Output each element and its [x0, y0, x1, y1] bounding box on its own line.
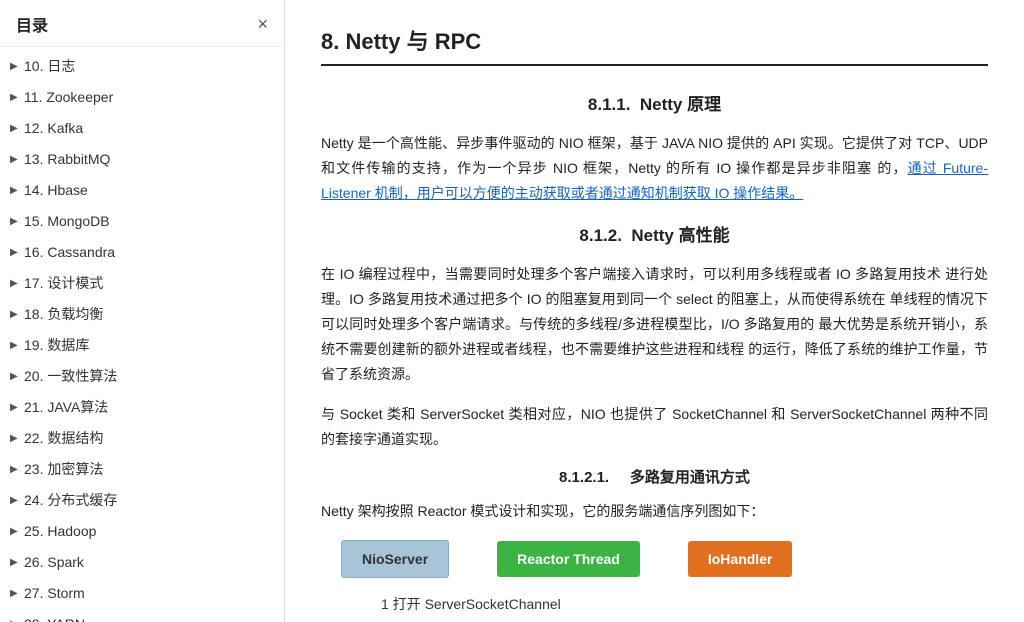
- iohandler-box: IoHandler: [688, 541, 793, 577]
- sidebar-item-13[interactable]: ▶13. RabbitMQ: [0, 144, 284, 175]
- sidebar-item-label-15: 15. MongoDB: [24, 211, 272, 232]
- sidebar-arrow-13: ▶: [10, 152, 24, 167]
- paragraph-8-1-2-b: 与 Socket 类和 ServerSocket 类相对应，NIO 也提供了 S…: [321, 402, 988, 452]
- sidebar-item-label-10: 10. 日志: [24, 56, 272, 77]
- sidebar-arrow-26: ▶: [10, 555, 24, 570]
- sidebar-item-label-23: 23. 加密算法: [24, 459, 272, 480]
- reactor-thread-box: Reactor Thread: [497, 541, 640, 577]
- sidebar-item-label-27: 27. Storm: [24, 583, 272, 604]
- sidebar-arrow-20: ▶: [10, 369, 24, 384]
- sidebar-arrow-10: ▶: [10, 59, 24, 74]
- sidebar-item-27[interactable]: ▶27. Storm: [0, 578, 284, 609]
- section-title: 8. Netty 与 RPC: [321, 24, 988, 66]
- sidebar-item-11[interactable]: ▶11. Zookeeper: [0, 82, 284, 113]
- subsection-title-8-1-1: 8.1.1. Netty 原理: [321, 90, 988, 115]
- sidebar-item-label-25: 25. Hadoop: [24, 521, 272, 542]
- sidebar-header: 目录 ×: [0, 0, 284, 47]
- sidebar: 目录 × ▶10. 日志▶11. Zookeeper▶12. Kafka▶13.…: [0, 0, 285, 622]
- sidebar-item-20[interactable]: ▶20. 一致性算法: [0, 361, 284, 392]
- sidebar-list: ▶10. 日志▶11. Zookeeper▶12. Kafka▶13. Rabb…: [0, 47, 284, 622]
- sidebar-item-10[interactable]: ▶10. 日志: [0, 51, 284, 82]
- sidebar-item-label-20: 20. 一致性算法: [24, 366, 272, 387]
- paragraph-8-1-2-a: 在 IO 编程过程中，当需要同时处理多个客户端接入请求时，可以利用多线程或者 I…: [321, 262, 988, 388]
- sidebar-arrow-11: ▶: [10, 90, 24, 105]
- close-button[interactable]: ×: [257, 15, 268, 33]
- sidebar-arrow-23: ▶: [10, 462, 24, 477]
- sidebar-item-23[interactable]: ▶23. 加密算法: [0, 454, 284, 485]
- sidebar-item-label-17: 17. 设计模式: [24, 273, 272, 294]
- sidebar-arrow-16: ▶: [10, 245, 24, 260]
- sidebar-item-label-21: 21. JAVA算法: [24, 397, 272, 418]
- sidebar-arrow-12: ▶: [10, 121, 24, 136]
- sidebar-item-24[interactable]: ▶24. 分布式缓存: [0, 485, 284, 516]
- diagram-boxes: NioServer Reactor Thread IoHandler: [341, 540, 792, 578]
- diagram-step-1: 1 打开 ServerSocketChannel: [381, 590, 561, 614]
- future-listener-link[interactable]: 通过 Future-Listener 机制，用户可以方便的主动获取或者通过通知机…: [321, 160, 988, 201]
- diagram-area: NioServer Reactor Thread IoHandler 1 打开 …: [321, 540, 988, 614]
- sidebar-item-26[interactable]: ▶26. Spark: [0, 547, 284, 578]
- sidebar-arrow-19: ▶: [10, 338, 24, 353]
- nioserver-box: NioServer: [341, 540, 449, 578]
- sidebar-arrow-17: ▶: [10, 276, 24, 291]
- sidebar-item-label-18: 18. 负载均衡: [24, 304, 272, 325]
- diagram-intro: Netty 架构按照 Reactor 模式设计和实现，它的服务端通信序列图如下：: [321, 499, 988, 524]
- sidebar-item-label-12: 12. Kafka: [24, 118, 272, 139]
- subsection-title-8-1-2: 8.1.2. Netty 高性能: [321, 221, 988, 246]
- step-label: 1 打开 ServerSocketChannel: [381, 594, 561, 614]
- sidebar-item-label-16: 16. Cassandra: [24, 242, 272, 263]
- sidebar-item-22[interactable]: ▶22. 数据结构: [0, 423, 284, 454]
- sidebar-arrow-14: ▶: [10, 183, 24, 198]
- sidebar-item-16[interactable]: ▶16. Cassandra: [0, 237, 284, 268]
- sidebar-arrow-24: ▶: [10, 493, 24, 508]
- sidebar-item-label-11: 11. Zookeeper: [24, 87, 272, 108]
- sidebar-item-18[interactable]: ▶18. 负载均衡: [0, 299, 284, 330]
- paragraph-8-1-1: Netty 是一个高性能、异步事件驱动的 NIO 框架，基于 JAVA NIO …: [321, 131, 988, 207]
- subsubsection-title-8-1-2-1: 8.1.2.1. 多路复用通讯方式: [321, 466, 988, 487]
- sidebar-item-label-28: 28. YARN: [24, 614, 272, 622]
- sidebar-arrow-18: ▶: [10, 307, 24, 322]
- sidebar-item-28[interactable]: ▶28. YARN: [0, 609, 284, 622]
- sidebar-arrow-21: ▶: [10, 400, 24, 415]
- sidebar-item-15[interactable]: ▶15. MongoDB: [0, 206, 284, 237]
- sidebar-arrow-25: ▶: [10, 524, 24, 539]
- sidebar-item-label-14: 14. Hbase: [24, 180, 272, 201]
- sidebar-item-12[interactable]: ▶12. Kafka: [0, 113, 284, 144]
- sidebar-item-label-26: 26. Spark: [24, 552, 272, 573]
- sidebar-item-label-24: 24. 分布式缓存: [24, 490, 272, 511]
- sidebar-item-label-19: 19. 数据库: [24, 335, 272, 356]
- main-content: 8. Netty 与 RPC 8.1.1. Netty 原理 Netty 是一个…: [285, 0, 1024, 622]
- sidebar-arrow-28: ▶: [10, 617, 24, 622]
- sidebar-arrow-22: ▶: [10, 431, 24, 446]
- sidebar-title: 目录: [16, 12, 48, 36]
- sidebar-item-19[interactable]: ▶19. 数据库: [0, 330, 284, 361]
- sidebar-item-21[interactable]: ▶21. JAVA算法: [0, 392, 284, 423]
- sidebar-item-25[interactable]: ▶25. Hadoop: [0, 516, 284, 547]
- sidebar-arrow-27: ▶: [10, 586, 24, 601]
- sidebar-item-17[interactable]: ▶17. 设计模式: [0, 268, 284, 299]
- sidebar-item-14[interactable]: ▶14. Hbase: [0, 175, 284, 206]
- sidebar-item-label-22: 22. 数据结构: [24, 428, 272, 449]
- sidebar-item-label-13: 13. RabbitMQ: [24, 149, 272, 170]
- sidebar-arrow-15: ▶: [10, 214, 24, 229]
